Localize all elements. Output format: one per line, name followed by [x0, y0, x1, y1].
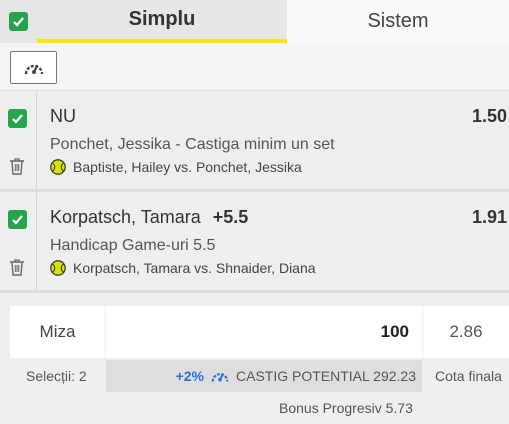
tennis-ball-icon	[50, 159, 66, 175]
check-icon	[12, 114, 23, 124]
bet-event: Baptiste, Hailey vs. Ponchet, Jessika	[50, 159, 302, 175]
select-all-cell	[0, 0, 37, 43]
speed-button[interactable]	[10, 51, 57, 84]
trash-icon[interactable]	[9, 157, 25, 175]
speedometer-icon	[211, 373, 229, 382]
toolbar	[0, 43, 509, 91]
bet-pick: Korpatsch, Tamara +5.5	[50, 207, 248, 228]
total-odds-label: Cota finala	[435, 368, 502, 384]
bet-odds[interactable]: 1.91	[472, 207, 507, 228]
pick-handicap: +5.5	[212, 207, 249, 227]
stake-row: Miza 2.86	[0, 306, 509, 358]
bet-controls	[0, 193, 37, 290]
bet-item: Korpatsch, Tamara +5.5 1.91 Handicap Game…	[0, 193, 509, 293]
bet-market: Handicap Game-uri 5.5	[50, 237, 216, 254]
bet-event: Korpatsch, Tamara vs. Shnaider, Diana	[50, 260, 316, 276]
pick-name: NU	[50, 106, 76, 126]
select-all-checkbox[interactable]	[9, 12, 28, 31]
summary-row: Selecții: 2 +2% CASTIG POTENTIAL 292.23 …	[0, 360, 509, 392]
bet-type-tabs: Simplu Sistem	[0, 0, 509, 43]
bet-item: NU 1.50 Ponchet, Jessika - Castiga minim…	[0, 92, 509, 192]
check-icon	[13, 17, 24, 27]
stake-label: Miza	[10, 306, 105, 358]
tennis-ball-icon	[50, 260, 66, 276]
stake-input[interactable]	[106, 306, 422, 358]
total-odds: 2.86	[423, 306, 509, 358]
event-name: Baptiste, Hailey vs. Ponchet, Jessika	[73, 159, 302, 175]
check-icon	[12, 215, 23, 225]
potential-win: CASTIG POTENTIAL 292.23	[236, 368, 416, 384]
bet-checkbox[interactable]	[8, 210, 27, 229]
bet-controls	[0, 92, 37, 189]
selections-count: Selecții: 2	[26, 368, 87, 384]
speedometer-icon	[24, 64, 43, 74]
tab-simplu[interactable]: Simplu	[37, 0, 287, 43]
progressive-bonus: Bonus Progresiv 5.73	[279, 400, 413, 416]
bet-odds[interactable]: 1.50	[472, 106, 507, 127]
event-name: Korpatsch, Tamara vs. Shnaider, Diana	[73, 260, 316, 276]
bet-checkbox[interactable]	[8, 109, 27, 128]
trash-icon[interactable]	[9, 258, 25, 276]
potential-win-box: +2% CASTIG POTENTIAL 292.23	[106, 360, 422, 392]
tab-sistem[interactable]: Sistem	[287, 0, 509, 43]
boost-percent: +2%	[175, 368, 204, 384]
bet-market: Ponchet, Jessika - Castiga minim un set	[50, 136, 335, 153]
pick-name: Korpatsch, Tamara	[50, 207, 201, 227]
bet-pick: NU	[50, 106, 76, 127]
